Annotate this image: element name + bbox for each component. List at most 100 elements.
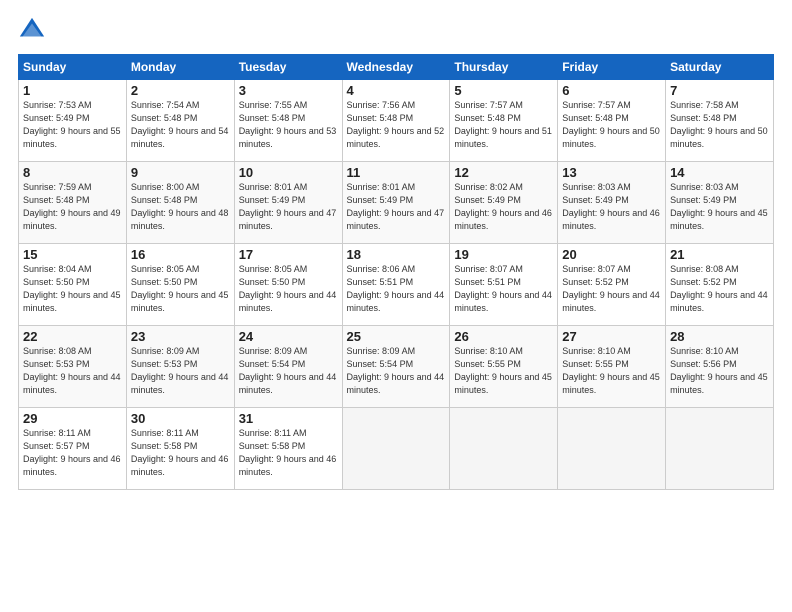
day-info: Sunrise: 8:09 AMSunset: 5:53 PMDaylight:…	[131, 345, 230, 397]
day-info: Sunrise: 8:03 AMSunset: 5:49 PMDaylight:…	[562, 181, 661, 233]
calendar-cell: 31 Sunrise: 8:11 AMSunset: 5:58 PMDaylig…	[234, 408, 342, 490]
calendar-week-row: 22 Sunrise: 8:08 AMSunset: 5:53 PMDaylig…	[19, 326, 774, 408]
day-number: 12	[454, 165, 553, 180]
day-number: 25	[347, 329, 446, 344]
calendar-cell: 5 Sunrise: 7:57 AMSunset: 5:48 PMDayligh…	[450, 80, 558, 162]
day-info: Sunrise: 8:02 AMSunset: 5:49 PMDaylight:…	[454, 181, 553, 233]
day-info: Sunrise: 8:11 AMSunset: 5:58 PMDaylight:…	[131, 427, 230, 479]
calendar-cell	[558, 408, 666, 490]
weekday-header: Tuesday	[234, 55, 342, 80]
calendar-week-row: 1 Sunrise: 7:53 AMSunset: 5:49 PMDayligh…	[19, 80, 774, 162]
day-number: 17	[239, 247, 338, 262]
weekday-header-row: SundayMondayTuesdayWednesdayThursdayFrid…	[19, 55, 774, 80]
calendar-cell: 16 Sunrise: 8:05 AMSunset: 5:50 PMDaylig…	[126, 244, 234, 326]
calendar-cell: 3 Sunrise: 7:55 AMSunset: 5:48 PMDayligh…	[234, 80, 342, 162]
day-info: Sunrise: 8:01 AMSunset: 5:49 PMDaylight:…	[347, 181, 446, 233]
day-info: Sunrise: 7:57 AMSunset: 5:48 PMDaylight:…	[454, 99, 553, 151]
day-number: 8	[23, 165, 122, 180]
calendar-cell	[666, 408, 774, 490]
calendar-cell	[450, 408, 558, 490]
day-number: 22	[23, 329, 122, 344]
calendar-cell	[342, 408, 450, 490]
day-number: 10	[239, 165, 338, 180]
day-info: Sunrise: 8:08 AMSunset: 5:52 PMDaylight:…	[670, 263, 769, 315]
calendar-cell: 29 Sunrise: 8:11 AMSunset: 5:57 PMDaylig…	[19, 408, 127, 490]
calendar-cell: 6 Sunrise: 7:57 AMSunset: 5:48 PMDayligh…	[558, 80, 666, 162]
day-info: Sunrise: 8:04 AMSunset: 5:50 PMDaylight:…	[23, 263, 122, 315]
calendar-cell: 21 Sunrise: 8:08 AMSunset: 5:52 PMDaylig…	[666, 244, 774, 326]
calendar-cell: 13 Sunrise: 8:03 AMSunset: 5:49 PMDaylig…	[558, 162, 666, 244]
calendar-cell: 2 Sunrise: 7:54 AMSunset: 5:48 PMDayligh…	[126, 80, 234, 162]
day-info: Sunrise: 8:11 AMSunset: 5:57 PMDaylight:…	[23, 427, 122, 479]
calendar-cell: 25 Sunrise: 8:09 AMSunset: 5:54 PMDaylig…	[342, 326, 450, 408]
calendar-week-row: 29 Sunrise: 8:11 AMSunset: 5:57 PMDaylig…	[19, 408, 774, 490]
calendar-cell: 24 Sunrise: 8:09 AMSunset: 5:54 PMDaylig…	[234, 326, 342, 408]
calendar-week-row: 8 Sunrise: 7:59 AMSunset: 5:48 PMDayligh…	[19, 162, 774, 244]
day-info: Sunrise: 7:54 AMSunset: 5:48 PMDaylight:…	[131, 99, 230, 151]
calendar-cell: 19 Sunrise: 8:07 AMSunset: 5:51 PMDaylig…	[450, 244, 558, 326]
day-info: Sunrise: 8:09 AMSunset: 5:54 PMDaylight:…	[347, 345, 446, 397]
day-info: Sunrise: 8:10 AMSunset: 5:55 PMDaylight:…	[454, 345, 553, 397]
day-number: 31	[239, 411, 338, 426]
logo	[18, 16, 50, 44]
day-number: 28	[670, 329, 769, 344]
day-number: 4	[347, 83, 446, 98]
day-number: 29	[23, 411, 122, 426]
calendar-week-row: 15 Sunrise: 8:04 AMSunset: 5:50 PMDaylig…	[19, 244, 774, 326]
calendar-cell: 26 Sunrise: 8:10 AMSunset: 5:55 PMDaylig…	[450, 326, 558, 408]
day-number: 14	[670, 165, 769, 180]
day-info: Sunrise: 7:53 AMSunset: 5:49 PMDaylight:…	[23, 99, 122, 151]
weekday-header: Thursday	[450, 55, 558, 80]
day-number: 26	[454, 329, 553, 344]
day-number: 16	[131, 247, 230, 262]
day-info: Sunrise: 8:11 AMSunset: 5:58 PMDaylight:…	[239, 427, 338, 479]
day-info: Sunrise: 7:56 AMSunset: 5:48 PMDaylight:…	[347, 99, 446, 151]
day-number: 2	[131, 83, 230, 98]
day-info: Sunrise: 7:55 AMSunset: 5:48 PMDaylight:…	[239, 99, 338, 151]
calendar-cell: 1 Sunrise: 7:53 AMSunset: 5:49 PMDayligh…	[19, 80, 127, 162]
calendar-cell: 12 Sunrise: 8:02 AMSunset: 5:49 PMDaylig…	[450, 162, 558, 244]
calendar-cell: 30 Sunrise: 8:11 AMSunset: 5:58 PMDaylig…	[126, 408, 234, 490]
day-info: Sunrise: 8:09 AMSunset: 5:54 PMDaylight:…	[239, 345, 338, 397]
calendar-cell: 27 Sunrise: 8:10 AMSunset: 5:55 PMDaylig…	[558, 326, 666, 408]
weekday-header: Monday	[126, 55, 234, 80]
weekday-header: Friday	[558, 55, 666, 80]
day-number: 3	[239, 83, 338, 98]
day-number: 7	[670, 83, 769, 98]
calendar-cell: 7 Sunrise: 7:58 AMSunset: 5:48 PMDayligh…	[666, 80, 774, 162]
day-number: 5	[454, 83, 553, 98]
day-info: Sunrise: 8:10 AMSunset: 5:55 PMDaylight:…	[562, 345, 661, 397]
day-number: 21	[670, 247, 769, 262]
day-number: 11	[347, 165, 446, 180]
day-number: 6	[562, 83, 661, 98]
calendar-table: SundayMondayTuesdayWednesdayThursdayFrid…	[18, 54, 774, 490]
calendar-cell: 8 Sunrise: 7:59 AMSunset: 5:48 PMDayligh…	[19, 162, 127, 244]
day-info: Sunrise: 8:01 AMSunset: 5:49 PMDaylight:…	[239, 181, 338, 233]
day-info: Sunrise: 8:10 AMSunset: 5:56 PMDaylight:…	[670, 345, 769, 397]
calendar-cell: 18 Sunrise: 8:06 AMSunset: 5:51 PMDaylig…	[342, 244, 450, 326]
logo-icon	[18, 16, 46, 44]
calendar-cell: 17 Sunrise: 8:05 AMSunset: 5:50 PMDaylig…	[234, 244, 342, 326]
day-number: 30	[131, 411, 230, 426]
calendar-page: SundayMondayTuesdayWednesdayThursdayFrid…	[0, 0, 792, 612]
day-info: Sunrise: 7:57 AMSunset: 5:48 PMDaylight:…	[562, 99, 661, 151]
day-number: 9	[131, 165, 230, 180]
weekday-header: Saturday	[666, 55, 774, 80]
day-number: 19	[454, 247, 553, 262]
calendar-cell: 20 Sunrise: 8:07 AMSunset: 5:52 PMDaylig…	[558, 244, 666, 326]
calendar-cell: 22 Sunrise: 8:08 AMSunset: 5:53 PMDaylig…	[19, 326, 127, 408]
calendar-cell: 14 Sunrise: 8:03 AMSunset: 5:49 PMDaylig…	[666, 162, 774, 244]
calendar-cell: 23 Sunrise: 8:09 AMSunset: 5:53 PMDaylig…	[126, 326, 234, 408]
weekday-header: Sunday	[19, 55, 127, 80]
day-number: 13	[562, 165, 661, 180]
day-info: Sunrise: 8:08 AMSunset: 5:53 PMDaylight:…	[23, 345, 122, 397]
day-info: Sunrise: 8:05 AMSunset: 5:50 PMDaylight:…	[131, 263, 230, 315]
day-info: Sunrise: 8:00 AMSunset: 5:48 PMDaylight:…	[131, 181, 230, 233]
calendar-cell: 4 Sunrise: 7:56 AMSunset: 5:48 PMDayligh…	[342, 80, 450, 162]
day-number: 23	[131, 329, 230, 344]
day-number: 15	[23, 247, 122, 262]
day-number: 18	[347, 247, 446, 262]
weekday-header: Wednesday	[342, 55, 450, 80]
calendar-cell: 11 Sunrise: 8:01 AMSunset: 5:49 PMDaylig…	[342, 162, 450, 244]
day-number: 27	[562, 329, 661, 344]
